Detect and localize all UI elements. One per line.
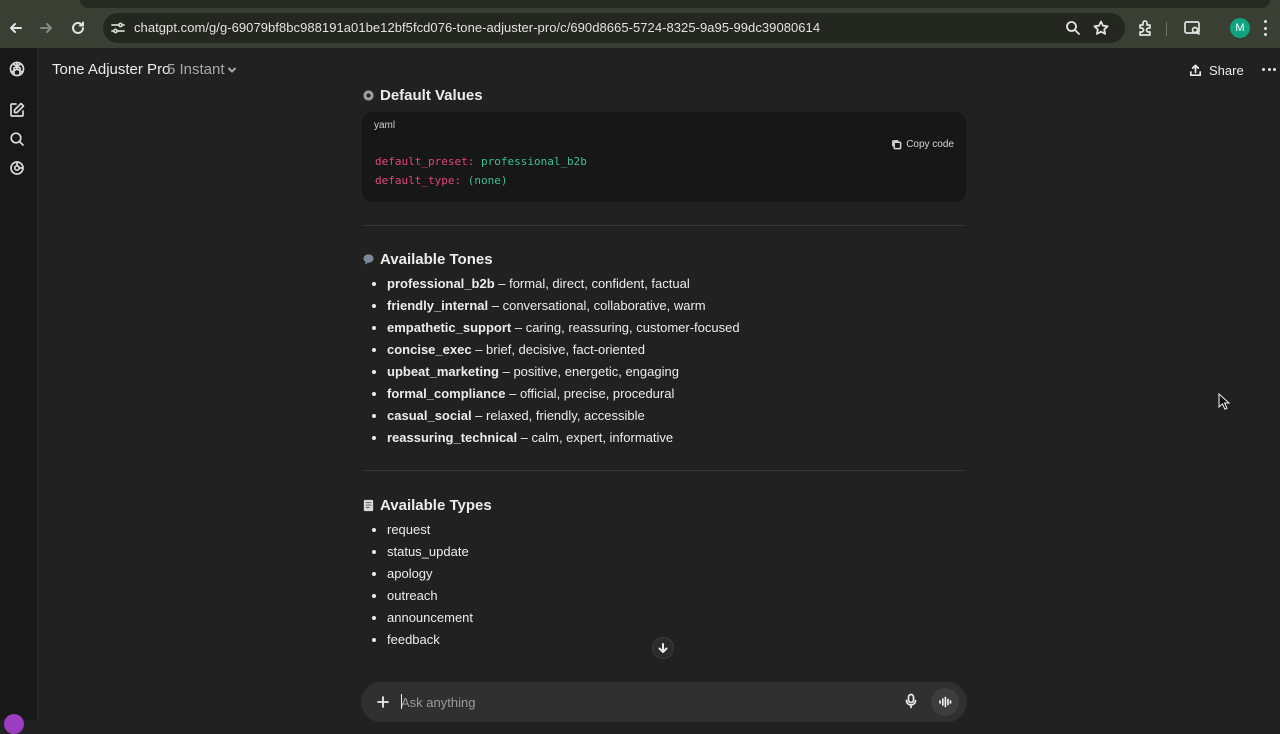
tone-name: empathetic_support — [387, 320, 512, 335]
dictate-button[interactable] — [903, 693, 919, 709]
tones-list: professional_b2b – formal, direct, confi… — [362, 273, 740, 449]
list-item: outreach — [362, 585, 473, 607]
bookmark-star-icon[interactable] — [1092, 19, 1110, 37]
forward-button[interactable] — [34, 16, 58, 40]
site-settings-icon[interactable] — [110, 20, 126, 36]
share-label: Share — [1209, 62, 1244, 78]
yaml-key: default_preset: — [375, 155, 475, 168]
list-item: concise_exec – brief, decisive, fact-ori… — [362, 339, 740, 361]
code-block: yaml Copy code default_preset: professio… — [362, 112, 966, 202]
gpt-name[interactable]: Tone Adjuster Pro — [52, 61, 170, 78]
list-item: casual_social – relaxed, friendly, acces… — [362, 405, 740, 427]
list-item: upbeat_marketing – positive, energetic, … — [362, 361, 740, 383]
code-language-label: yaml — [374, 120, 396, 131]
text-caret — [401, 694, 402, 709]
speech-icon — [363, 254, 374, 265]
gear-icon — [363, 90, 374, 101]
extensions-icon[interactable] — [1136, 18, 1156, 38]
reload-button[interactable] — [66, 16, 90, 40]
tone-name: formal_compliance — [387, 386, 506, 401]
section-divider — [362, 470, 966, 471]
tone-desc: – formal, direct, confident, factual — [494, 276, 690, 291]
user-avatar[interactable] — [4, 714, 24, 734]
prompt-input[interactable] — [401, 692, 861, 712]
zoom-search-icon[interactable] — [1064, 19, 1082, 37]
section-title: Available Types — [380, 497, 492, 514]
tone-name: professional_b2b — [387, 276, 495, 291]
mouse-pointer-icon — [1218, 393, 1230, 410]
active-tab-edge — [80, 0, 1270, 8]
copy-icon — [892, 140, 902, 150]
share-icon — [1189, 64, 1202, 76]
browser-menu-button[interactable] — [1262, 20, 1268, 36]
toolbar-separator — [1166, 22, 1167, 36]
types-list: request status_update apology outreach a… — [362, 519, 473, 651]
tab-strip — [0, 0, 1280, 8]
section-title: Available Tones — [380, 251, 493, 268]
tone-desc: – brief, decisive, fact-oriented — [471, 342, 645, 357]
memo-icon — [363, 499, 374, 512]
new-chat-icon[interactable] — [8, 101, 26, 119]
section-heading-tones: Available Tones — [362, 251, 493, 268]
section-heading-defaults: Default Values — [362, 87, 483, 104]
copy-code-button[interactable]: Copy code — [891, 139, 954, 150]
openai-logo-icon[interactable] — [8, 60, 26, 78]
list-item: empathetic_support – caring, reassuring,… — [362, 317, 740, 339]
list-item: feedback — [362, 629, 473, 651]
tone-desc: – relaxed, friendly, accessible — [471, 408, 645, 423]
plus-icon — [377, 696, 389, 708]
waveform-icon — [939, 696, 952, 708]
tone-name: casual_social — [387, 408, 472, 423]
microphone-icon — [905, 693, 917, 709]
code-line: default_type: (none) — [375, 174, 507, 187]
chevron-down-icon[interactable] — [226, 63, 238, 75]
list-item: request — [362, 519, 473, 541]
model-selector[interactable]: 5 Instant — [167, 61, 225, 78]
voice-mode-button[interactable] — [931, 688, 959, 716]
scroll-to-bottom-button[interactable] — [652, 637, 674, 659]
search-chats-icon[interactable] — [8, 130, 26, 148]
tone-name: reassuring_technical — [387, 430, 518, 445]
tone-desc: – caring, reassuring, customer-focused — [511, 320, 740, 335]
address-bar[interactable]: chatgpt.com/g/g-69079bf8bc988191a01be12b… — [103, 13, 1125, 43]
tone-desc: – official, precise, procedural — [505, 386, 675, 401]
conversation-options-button[interactable] — [1262, 68, 1276, 72]
code-line: default_preset: professional_b2b — [375, 155, 587, 168]
add-attachment-button[interactable] — [375, 694, 391, 710]
list-item: reassuring_technical – calm, expert, inf… — [362, 427, 740, 449]
list-item: status_update — [362, 541, 473, 563]
yaml-value: professional_b2b — [480, 155, 587, 168]
library-icon[interactable] — [8, 159, 26, 177]
yaml-value: (none) — [467, 174, 508, 187]
arrow-left-icon — [10, 23, 22, 33]
profile-avatar[interactable]: M — [1230, 18, 1250, 38]
section-divider — [362, 225, 966, 226]
arrow-down-icon — [658, 643, 668, 653]
list-item: apology — [362, 563, 473, 585]
copy-code-label: Copy code — [906, 139, 954, 150]
list-item: formal_compliance – official, precise, p… — [362, 383, 740, 405]
list-item: announcement — [362, 607, 473, 629]
section-heading-types: Available Types — [362, 497, 492, 514]
share-button[interactable]: Share — [1188, 58, 1244, 82]
list-item: friendly_internal – conversational, coll… — [362, 295, 740, 317]
tone-desc: – calm, expert, informative — [517, 430, 674, 445]
tone-name: upbeat_marketing — [387, 364, 499, 379]
yaml-key: default_type: — [375, 174, 462, 187]
chat-header: Tone Adjuster Pro 5 Instant Share — [38, 48, 1280, 92]
tone-desc: – positive, energetic, engaging — [498, 364, 679, 379]
section-title: Default Values — [380, 87, 483, 104]
tone-name: concise_exec — [387, 342, 472, 357]
browser-toolbar: chatgpt.com/g/g-69079bf8bc988191a01be12b… — [0, 8, 1280, 48]
back-button[interactable] — [4, 16, 28, 40]
list-item: professional_b2b – formal, direct, confi… — [362, 273, 740, 295]
composer — [361, 682, 967, 722]
url-text: chatgpt.com/g/g-69079bf8bc988191a01be12b… — [134, 20, 821, 35]
tone-desc: – conversational, collaborative, warm — [488, 298, 706, 313]
tone-name: friendly_internal — [387, 298, 489, 313]
reload-icon — [72, 21, 84, 34]
arrow-right-icon — [40, 23, 52, 33]
tab-search-icon[interactable] — [1182, 18, 1202, 38]
sidebar-rail — [0, 48, 38, 734]
